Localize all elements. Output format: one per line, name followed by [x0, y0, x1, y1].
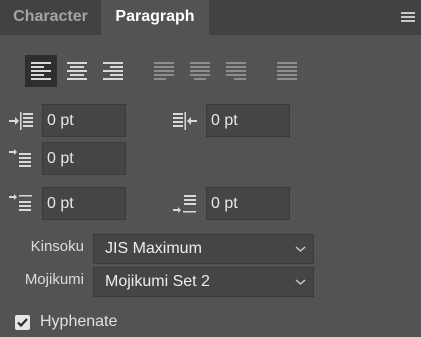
left-indent-field[interactable]: 0 pt [42, 104, 126, 137]
justify-last-left-button[interactable] [148, 55, 180, 87]
justify-all-button[interactable] [271, 55, 303, 87]
justify-last-center-icon [190, 62, 210, 80]
tab-character[interactable]: Character [0, 0, 101, 35]
tab-bar: Character Paragraph [0, 0, 421, 35]
first-line-indent-icon [8, 148, 34, 170]
first-line-indent-field[interactable]: 0 pt [42, 142, 126, 175]
chevron-down-icon [295, 279, 306, 285]
checkmark-icon [17, 318, 28, 328]
justify-last-left-icon [154, 62, 174, 80]
mojikumi-dropdown[interactable]: Mojikumi Set 2 [93, 267, 314, 297]
tab-paragraph[interactable]: Paragraph [101, 0, 209, 35]
right-indent-icon [172, 110, 198, 132]
left-indent-icon [8, 110, 34, 132]
space-before-icon [8, 193, 34, 215]
mojikumi-value: Mojikumi Set 2 [105, 273, 210, 290]
justify-last-right-button[interactable] [220, 55, 252, 87]
space-after-icon [172, 193, 198, 215]
hyphenate-checkbox[interactable] [15, 315, 30, 330]
align-right-button[interactable] [97, 55, 129, 87]
align-left-icon [31, 62, 51, 80]
justify-last-right-icon [226, 62, 246, 80]
chevron-down-icon [295, 246, 306, 252]
right-indent-field[interactable]: 0 pt [206, 104, 290, 137]
hyphenate-label: Hyphenate [40, 313, 118, 330]
kinsoku-dropdown[interactable]: JIS Maximum [93, 234, 314, 264]
justify-all-icon [277, 62, 297, 80]
paragraph-panel: Character Paragraph 0 pt 0 pt 0 pt 0 pt … [0, 0, 421, 337]
space-after-field[interactable]: 0 pt [206, 187, 290, 220]
align-left-button[interactable] [25, 55, 57, 87]
space-before-field[interactable]: 0 pt [42, 187, 126, 220]
hamburger-menu-icon[interactable] [399, 9, 417, 25]
align-center-button[interactable] [61, 55, 93, 87]
mojikumi-label: Mojikumi [24, 271, 84, 288]
kinsoku-value: JIS Maximum [105, 240, 202, 257]
justify-last-center-button[interactable] [184, 55, 216, 87]
align-right-icon [103, 62, 123, 80]
kinsoku-label: Kinsoku [30, 238, 84, 255]
align-center-icon [67, 62, 87, 80]
